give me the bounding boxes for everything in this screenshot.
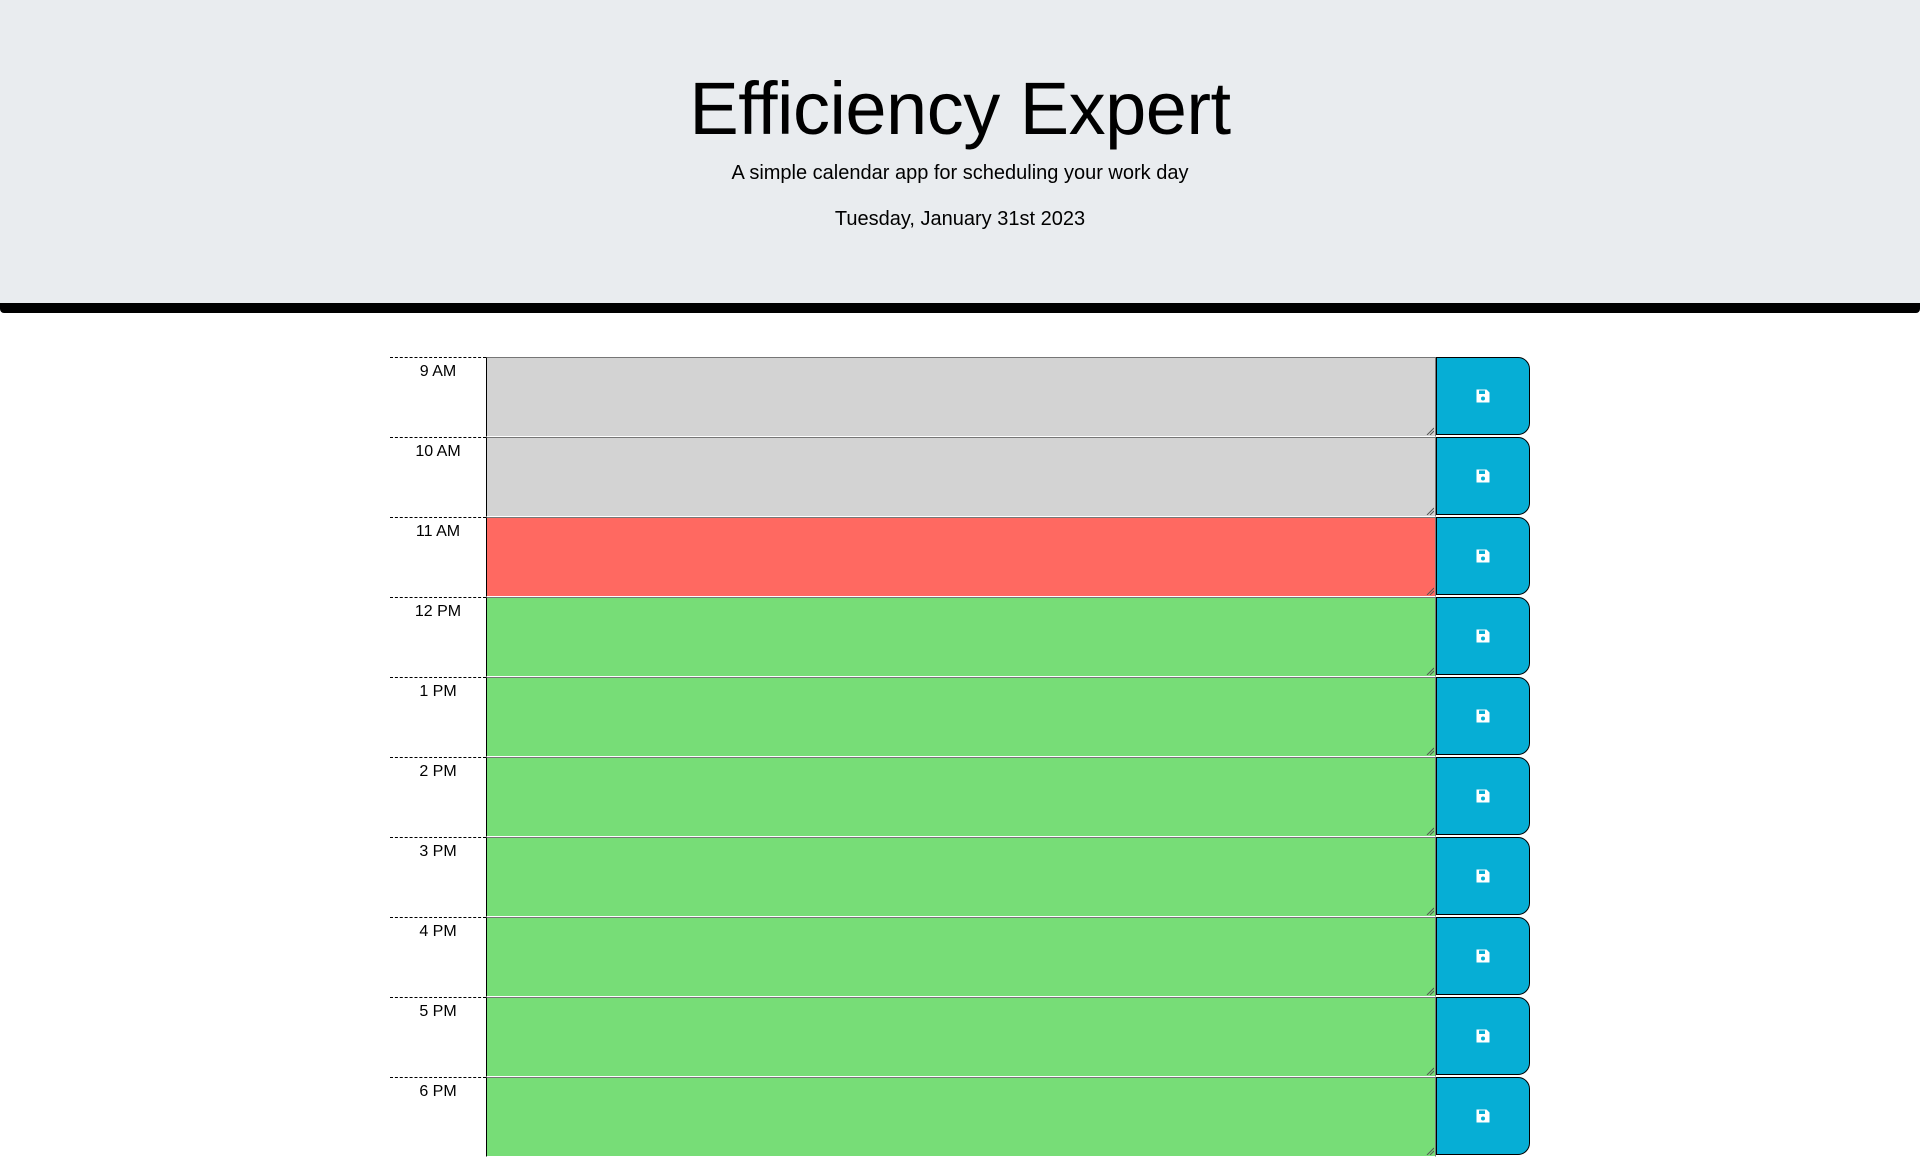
task-input[interactable] — [486, 597, 1436, 677]
save-button[interactable] — [1436, 437, 1530, 515]
page-title: Efficiency Expert — [689, 67, 1231, 150]
time-block: 12 PM — [390, 597, 1530, 677]
save-button[interactable] — [1436, 357, 1530, 435]
floppy-disk-icon — [1475, 868, 1491, 884]
hour-label: 4 PM — [390, 917, 486, 997]
task-input[interactable] — [486, 677, 1436, 757]
save-button[interactable] — [1436, 997, 1530, 1075]
task-input[interactable] — [486, 437, 1436, 517]
floppy-disk-icon — [1475, 948, 1491, 964]
time-block: 1 PM — [390, 677, 1530, 757]
day-planner: 9 AM 10 AM 11 AM 12 PM 1 PM 2 PM 3 PM 4 … — [390, 357, 1530, 1157]
time-block: 6 PM — [390, 1077, 1530, 1157]
hour-label: 5 PM — [390, 997, 486, 1077]
task-input[interactable] — [486, 517, 1436, 597]
floppy-disk-icon — [1475, 468, 1491, 484]
floppy-disk-icon — [1475, 388, 1491, 404]
time-block: 9 AM — [390, 357, 1530, 437]
floppy-disk-icon — [1475, 1108, 1491, 1124]
task-input[interactable] — [486, 357, 1436, 437]
save-button[interactable] — [1436, 677, 1530, 755]
time-block: 4 PM — [390, 917, 1530, 997]
hour-label: 3 PM — [390, 837, 486, 917]
floppy-disk-icon — [1475, 1028, 1491, 1044]
time-block: 10 AM — [390, 437, 1530, 517]
hour-label: 11 AM — [390, 517, 486, 597]
task-input[interactable] — [486, 1077, 1436, 1157]
save-button[interactable] — [1436, 517, 1530, 595]
task-input[interactable] — [486, 997, 1436, 1077]
floppy-disk-icon — [1475, 628, 1491, 644]
floppy-disk-icon — [1475, 708, 1491, 724]
page-subtitle: A simple calendar app for scheduling you… — [731, 162, 1189, 184]
hour-label: 12 PM — [390, 597, 486, 677]
floppy-disk-icon — [1475, 788, 1491, 804]
current-date: Tuesday, January 31st 2023 — [834, 208, 1086, 230]
save-button[interactable] — [1436, 837, 1530, 915]
task-input[interactable] — [486, 837, 1436, 917]
save-button[interactable] — [1436, 917, 1530, 995]
save-button[interactable] — [1436, 597, 1530, 675]
hour-label: 2 PM — [390, 757, 486, 837]
time-block: 3 PM — [390, 837, 1530, 917]
time-block: 5 PM — [390, 997, 1530, 1077]
hour-label: 6 PM — [390, 1077, 486, 1157]
task-input[interactable] — [486, 757, 1436, 837]
save-button[interactable] — [1436, 757, 1530, 835]
time-block: 11 AM — [390, 517, 1530, 597]
task-input[interactable] — [486, 917, 1436, 997]
floppy-disk-icon — [1475, 548, 1491, 564]
hour-label: 9 AM — [390, 357, 486, 437]
hour-label: 1 PM — [390, 677, 486, 757]
time-block: 2 PM — [390, 757, 1530, 837]
hour-label: 10 AM — [390, 437, 486, 517]
save-button[interactable] — [1436, 1077, 1530, 1155]
app-header: Efficiency Expert A simple calendar app … — [0, 0, 1920, 313]
